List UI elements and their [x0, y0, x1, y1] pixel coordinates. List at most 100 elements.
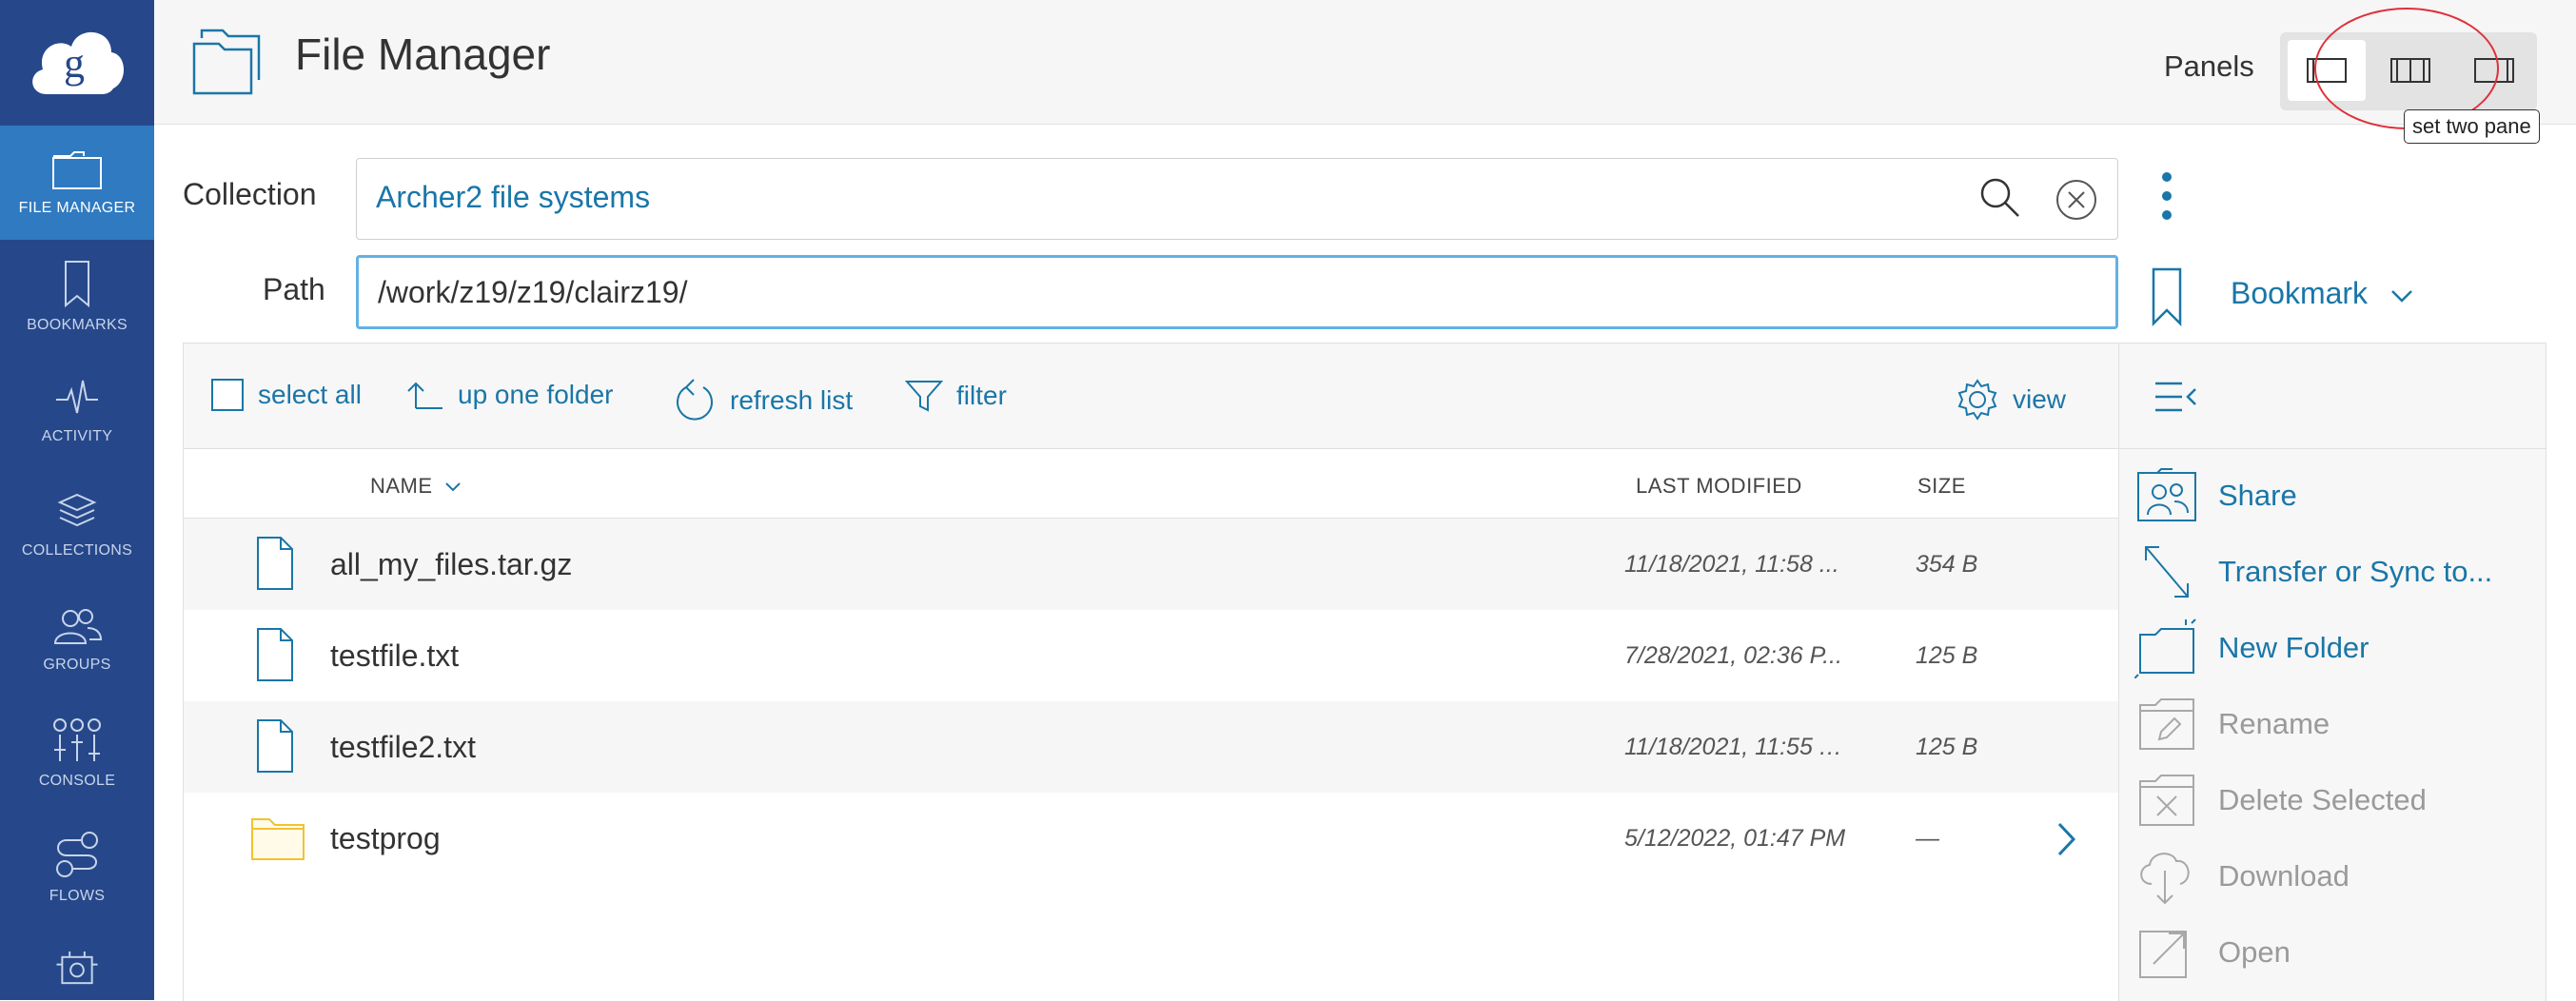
sidebar-item-flows[interactable]: FLOWS: [0, 811, 154, 925]
open-external-icon: [2139, 931, 2187, 978]
open-action[interactable]: Open: [2134, 919, 2544, 986]
globus-logo-icon: g: [32, 31, 125, 94]
flows-icon: [56, 832, 98, 877]
share-action[interactable]: Share: [2134, 462, 2544, 529]
view-settings-button[interactable]: view: [1956, 378, 2066, 422]
column-header-last-modified[interactable]: LAST MODIFIED: [1636, 474, 1802, 499]
sidebar-item-more[interactable]: [0, 932, 154, 1000]
file-modified: 11/18/2021, 11:58 ...: [1624, 551, 1839, 578]
file-size: 354 B: [1916, 551, 1978, 578]
sidebar-item-file-manager[interactable]: FILE MANAGER: [0, 126, 154, 240]
select-all-button[interactable]: select all: [210, 378, 362, 412]
file-modified: 7/28/2021, 02:36 P...: [1624, 642, 1842, 669]
transfer-label: Transfer or Sync to...: [2218, 555, 2493, 588]
delete-icon: [2139, 775, 2194, 826]
file-icon: [257, 719, 293, 773]
file-icon: [257, 537, 293, 590]
delete-selected-action[interactable]: Delete Selected: [2134, 767, 2544, 834]
column-headers: NAME LAST MODIFIED SIZE: [184, 449, 2119, 519]
clear-icon[interactable]: [2055, 178, 2098, 222]
bookmark-icon[interactable]: [2151, 266, 2183, 327]
chevron-down-icon: [2391, 289, 2412, 303]
file-size: 125 B: [1916, 734, 1978, 760]
new-folder-action[interactable]: New Folder: [2134, 615, 2544, 681]
settings-icon: [56, 951, 98, 985]
file-modified: 5/12/2022, 01:47 PM: [1624, 825, 1846, 852]
column-name-label: NAME: [370, 474, 433, 498]
new-folder-icon: [2134, 618, 2196, 678]
filter-button[interactable]: filter: [905, 378, 1007, 414]
open-label: Open: [2218, 935, 2291, 969]
sidebar-item-label: FILE MANAGER: [18, 200, 136, 216]
file-name: testprog: [330, 821, 441, 855]
folder-row[interactable]: testprog 5/12/2022, 01:47 PM —: [184, 793, 2119, 884]
column-header-name[interactable]: NAME: [370, 474, 462, 499]
column-header-size[interactable]: SIZE: [1917, 474, 1966, 499]
collection-field[interactable]: Archer2 file systems: [356, 158, 2118, 240]
transfer-action[interactable]: Transfer or Sync to...: [2134, 539, 2544, 605]
search-icon[interactable]: [1978, 176, 2022, 220]
file-icon: [257, 628, 293, 681]
action-panel: Share Transfer or Sync to... New Folder …: [2118, 343, 2547, 1001]
action-panel-header: [2119, 343, 2546, 449]
share-icon: [2137, 468, 2196, 521]
sidebar-item-label: GROUPS: [43, 657, 111, 673]
bookmark-icon: [65, 261, 89, 307]
file-name: all_my_files.tar.gz: [330, 547, 573, 581]
file-manager-icon: [52, 151, 102, 189]
collapse-panel-icon[interactable]: [2153, 380, 2199, 414]
file-manager-header-icon: [192, 29, 261, 95]
transfer-icon: [2145, 546, 2189, 598]
sidebar-item-label: FLOWS: [49, 888, 106, 904]
rename-action[interactable]: Rename: [2134, 691, 2544, 757]
up-one-folder-button[interactable]: up one folder: [406, 378, 613, 412]
refresh-icon: [677, 379, 713, 421]
refresh-list-button[interactable]: refresh list: [675, 378, 853, 423]
file-toolbar: select all up one folder refresh list fi…: [184, 343, 2119, 449]
rename-icon: [2139, 698, 2194, 750]
path-input[interactable]: [378, 271, 2072, 313]
sidebar-item-label: CONSOLE: [38, 773, 116, 789]
select-all-label: select all: [258, 380, 362, 409]
delete-selected-label: Delete Selected: [2218, 783, 2427, 816]
file-name: testfile2.txt: [330, 730, 476, 764]
page-title: File Manager: [295, 29, 551, 79]
sidebar-item-activity[interactable]: ACTIVITY: [0, 354, 154, 468]
groups-icon: [53, 609, 103, 644]
chevron-right-icon[interactable]: [2056, 821, 2077, 857]
file-row[interactable]: all_my_files.tar.gz 11/18/2021, 11:58 ..…: [184, 519, 2119, 610]
sidebar-item-console[interactable]: CONSOLE: [0, 697, 154, 811]
collection-label: Collection: [183, 177, 317, 211]
tooltip: set two pane: [2404, 109, 2540, 144]
file-size: 125 B: [1916, 642, 1978, 669]
path-field[interactable]: [356, 255, 2118, 329]
activity-icon: [56, 380, 98, 414]
sidebar-item-label: ACTIVITY: [41, 428, 113, 444]
file-modified: 11/18/2021, 11:55 A...: [1624, 734, 1853, 760]
download-icon: [2140, 853, 2190, 905]
sort-chevron-down-icon: [445, 482, 461, 492]
more-options-icon[interactable]: [2153, 169, 2181, 223]
refresh-list-label: refresh list: [730, 385, 854, 415]
collections-icon: [57, 493, 97, 527]
rename-label: Rename: [2218, 707, 2330, 740]
globus-logo[interactable]: g: [0, 0, 154, 124]
bookmark-dropdown[interactable]: Bookmark: [2231, 276, 2414, 311]
collection-value[interactable]: Archer2 file systems: [376, 180, 650, 215]
sidebar-item-groups[interactable]: GROUPS: [0, 582, 154, 697]
share-label: Share: [2218, 479, 2297, 512]
file-row[interactable]: testfile.txt 7/28/2021, 02:36 P... 125 B: [184, 610, 2119, 701]
svg-text:g: g: [64, 40, 85, 87]
download-action[interactable]: Download: [2134, 843, 2544, 910]
folder-icon: [251, 818, 305, 860]
file-row[interactable]: testfile2.txt 11/18/2021, 11:55 A... 125…: [184, 701, 2119, 793]
file-size: —: [1916, 825, 1939, 852]
sidebar-item-label: BOOKMARKS: [27, 317, 128, 333]
download-label: Download: [2218, 859, 2350, 893]
up-one-folder-label: up one folder: [458, 380, 614, 409]
filter-icon: [905, 381, 943, 412]
sidebar-item-bookmarks[interactable]: BOOKMARKS: [0, 240, 154, 354]
filter-label: filter: [956, 381, 1007, 410]
sidebar: g FILE MANAGER BOOKMARKS ACTIVITY COLLEC…: [0, 0, 154, 1000]
sidebar-item-collections[interactable]: COLLECTIONS: [0, 468, 154, 582]
